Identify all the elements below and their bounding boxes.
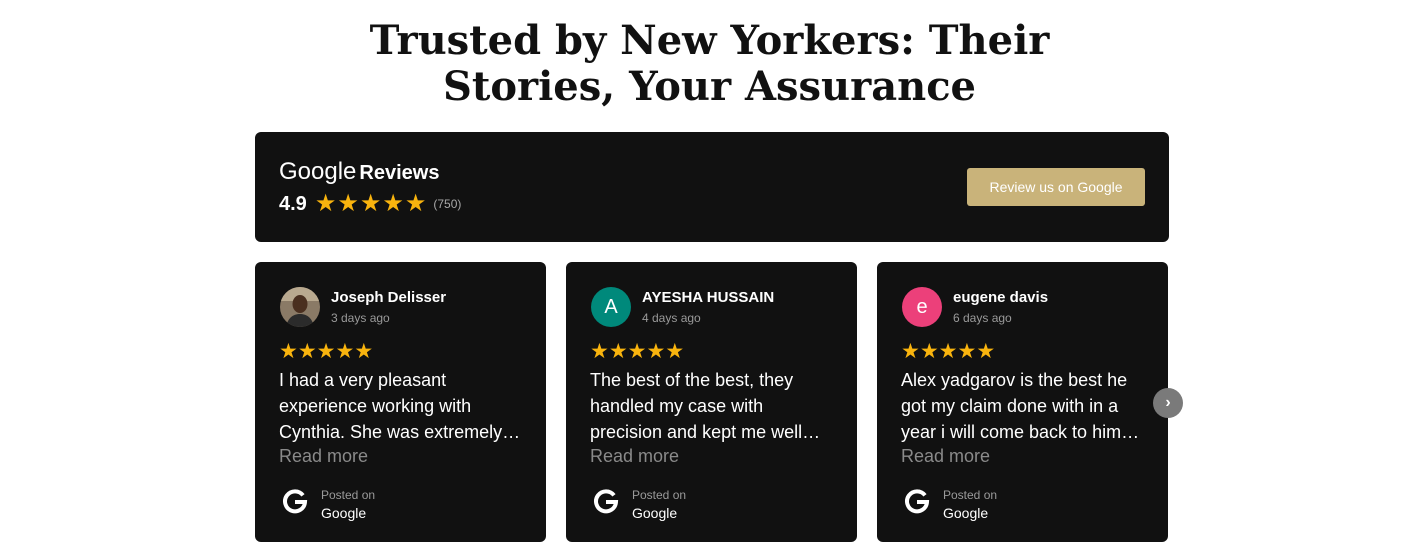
google-wordmark: Google [279, 158, 357, 185]
avatar [280, 287, 320, 327]
review-date: 4 days ago [642, 311, 701, 325]
star-icon: ★ [957, 340, 977, 363]
posted-on-platform: Google [321, 505, 367, 521]
reviewer-name: Joseph Delisser [331, 289, 447, 306]
star-icon: ★ [627, 340, 647, 363]
star-icon: ★ [359, 190, 382, 217]
google-g-icon [905, 489, 930, 514]
star-icon: ★ [354, 340, 374, 363]
posted-on: Posted on Google [943, 488, 997, 521]
read-more-link[interactable]: Read more [901, 446, 990, 467]
star-icon: ★ [976, 340, 996, 363]
review-text: The best of the best, they handled my ca… [590, 370, 821, 442]
review-stars: ★ ★ ★ ★ ★ [279, 341, 373, 362]
posted-on-label: Posted on [943, 488, 998, 502]
review-card: e eugene davis 6 days ago ★ ★ ★ ★ ★ Alex… [877, 262, 1168, 542]
review-card: A AYESHA HUSSAIN 4 days ago ★ ★ ★ ★ ★ Th… [566, 262, 857, 542]
star-icon: ★ [646, 340, 666, 363]
chevron-right-icon: › [1165, 394, 1171, 411]
review-stars: ★ ★ ★ ★ ★ [901, 341, 995, 362]
posted-on: Posted on Google [632, 488, 686, 521]
star-icon: ★ [938, 340, 958, 363]
review-stars: ★ ★ ★ ★ ★ [590, 341, 684, 362]
star-icon: ★ [337, 190, 359, 217]
review-text: I had a very pleasant experience working… [279, 370, 521, 442]
review-card: Joseph Delisser 3 days ago ★ ★ ★ ★ ★ I h… [255, 262, 546, 542]
star-icon: ★ [608, 340, 628, 363]
posted-on: Posted on Google [321, 488, 375, 521]
review-count: (750) [433, 197, 462, 211]
avatar: e [902, 287, 942, 327]
star-icon: ★ [590, 340, 609, 363]
google-reviews-brand: Google Reviews [279, 158, 439, 186]
read-more-link[interactable]: Read more [590, 446, 679, 467]
overall-rating: 4.9 ★ ★ ★ ★ ★ (750) [279, 192, 461, 216]
posted-on-label: Posted on [632, 488, 687, 502]
review-date: 6 days ago [953, 311, 1012, 325]
page-title: Trusted by New Yorkers: Their Stories, Y… [0, 18, 1419, 110]
star-icon: ★ [901, 340, 920, 363]
page-title-line-1: Trusted by New Yorkers: Their [369, 17, 1050, 64]
reviews-summary-bar: Google Reviews 4.9 ★ ★ ★ ★ ★ (750) Review… [255, 132, 1169, 242]
google-g-icon [283, 489, 308, 514]
star-icon: ★ [279, 340, 298, 363]
posted-on-platform: Google [943, 505, 989, 521]
google-g-icon [594, 489, 619, 514]
posted-on-label: Posted on [321, 488, 376, 502]
review-text: Alex yadgarov is the best he got my clai… [901, 370, 1140, 442]
review-us-on-google-button[interactable]: Review us on Google [967, 168, 1145, 206]
rating-value: 4.9 [279, 192, 307, 215]
reviews-label: Reviews [359, 162, 440, 184]
star-icon: ★ [335, 340, 355, 363]
star-icon: ★ [316, 340, 336, 363]
star-icon: ★ [919, 340, 939, 363]
page-title-line-2: Stories, Your Assurance [442, 63, 976, 110]
star-icon: ★ [665, 340, 685, 363]
star-icon: ★ [404, 190, 427, 217]
posted-on-platform: Google [632, 505, 678, 521]
read-more-link[interactable]: Read more [279, 446, 368, 467]
avatar: A [591, 287, 631, 327]
reviewer-name: AYESHA HUSSAIN [642, 289, 775, 306]
star-icon: ★ [382, 190, 404, 217]
star-icon: ★ [314, 190, 337, 217]
star-icon: ★ [297, 340, 317, 363]
next-slide-button[interactable]: › [1153, 388, 1183, 418]
reviewer-name: eugene davis [953, 289, 1049, 306]
review-date: 3 days ago [331, 311, 390, 325]
rating-stars: ★ ★ ★ ★ ★ [315, 192, 428, 216]
